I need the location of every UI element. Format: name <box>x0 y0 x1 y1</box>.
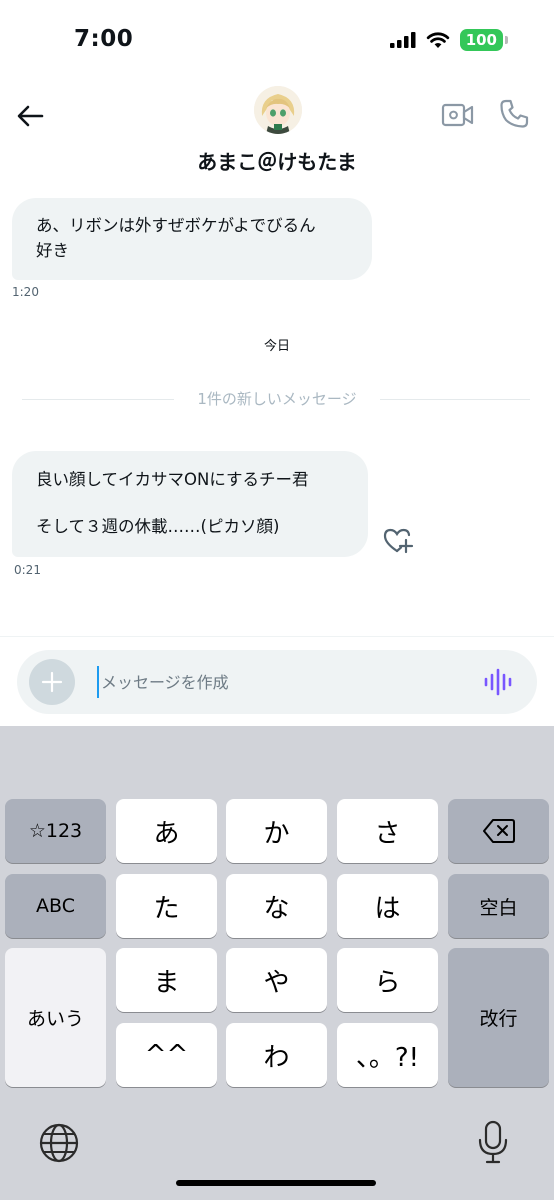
key-dakuten[interactable]: ^^ <box>116 1023 217 1087</box>
signal-icon <box>389 32 416 48</box>
status-bar: 7:00 100 <box>0 0 554 80</box>
message-composer <box>17 650 537 714</box>
key-ha[interactable]: は <box>337 874 438 938</box>
back-button[interactable] <box>12 98 48 134</box>
dictation-button[interactable] <box>476 1120 510 1166</box>
key-punctuation[interactable]: 、。?! <box>337 1023 438 1087</box>
voice-message-button[interactable] <box>483 668 513 696</box>
message-line: 好き <box>36 241 69 260</box>
message-timestamp: 1:20 <box>12 285 39 299</box>
add-reaction-button[interactable] <box>382 526 414 556</box>
globe-button[interactable] <box>38 1122 80 1164</box>
divider-line <box>380 399 530 400</box>
key-symbols[interactable]: ☆123 <box>5 799 106 863</box>
voice-wave-icon <box>484 668 512 696</box>
key-sa[interactable]: さ <box>337 799 438 863</box>
key-abc[interactable]: ABC <box>5 874 106 938</box>
video-call-button[interactable] <box>441 100 475 130</box>
message-bubble-received[interactable]: あ、リボンは外すぜボケがよでびるん 好き <box>12 198 372 280</box>
avatar-image <box>254 86 302 134</box>
mic-icon <box>478 1120 508 1164</box>
message-timestamp: 0:21 <box>14 563 41 577</box>
battery-indicator: 100 <box>459 29 503 51</box>
message-input[interactable] <box>97 666 471 698</box>
key-ra[interactable]: ら <box>337 948 438 1012</box>
composer-border <box>0 636 554 637</box>
status-icons: 100 <box>389 29 508 51</box>
home-indicator[interactable] <box>176 1180 376 1186</box>
conversation-name[interactable]: あまこ＠けもたま <box>0 146 554 175</box>
message-line: 良い顔してイカサマONにするチー君 <box>36 470 309 489</box>
delete-key[interactable] <box>448 799 549 863</box>
delete-icon <box>482 819 515 843</box>
message-line: あ、リボンは外すぜボケがよでびるん <box>36 216 316 235</box>
video-icon <box>441 103 474 127</box>
phone-icon <box>500 99 529 128</box>
date-separator: 今日 <box>263 339 290 354</box>
key-ma[interactable]: ま <box>116 948 217 1012</box>
message-line: そして３週の休載……(ピカソ顔) <box>36 517 280 536</box>
back-arrow-icon <box>17 105 44 127</box>
key-kana-mode[interactable]: あいう <box>5 948 106 1087</box>
battery-tip <box>505 36 508 44</box>
key-a[interactable]: あ <box>116 799 217 863</box>
return-key[interactable]: 改行 <box>448 948 549 1087</box>
avatar[interactable] <box>254 86 302 134</box>
add-media-button[interactable] <box>29 659 75 705</box>
key-na[interactable]: な <box>226 874 327 938</box>
status-time: 7:00 <box>74 26 134 52</box>
plus-icon <box>41 671 63 693</box>
key-ya[interactable]: や <box>226 948 327 1012</box>
message-text: あ、リボンは外すぜボケがよでびるん 好き <box>36 213 366 263</box>
message-bubble-received[interactable]: 良い顔してイカサマONにするチー君 そして３週の休載……(ピカソ顔) <box>12 451 368 557</box>
wifi-icon <box>426 32 449 48</box>
globe-icon <box>39 1123 79 1163</box>
key-wa[interactable]: わ <box>226 1023 327 1087</box>
heart-plus-icon <box>383 528 414 554</box>
key-ka[interactable]: か <box>226 799 327 863</box>
space-key[interactable]: 空白 <box>448 874 549 938</box>
phone-call-button[interactable] <box>498 98 530 130</box>
key-ta[interactable]: た <box>116 874 217 938</box>
conversation-header: あまこ＠けもたま <box>0 80 554 190</box>
